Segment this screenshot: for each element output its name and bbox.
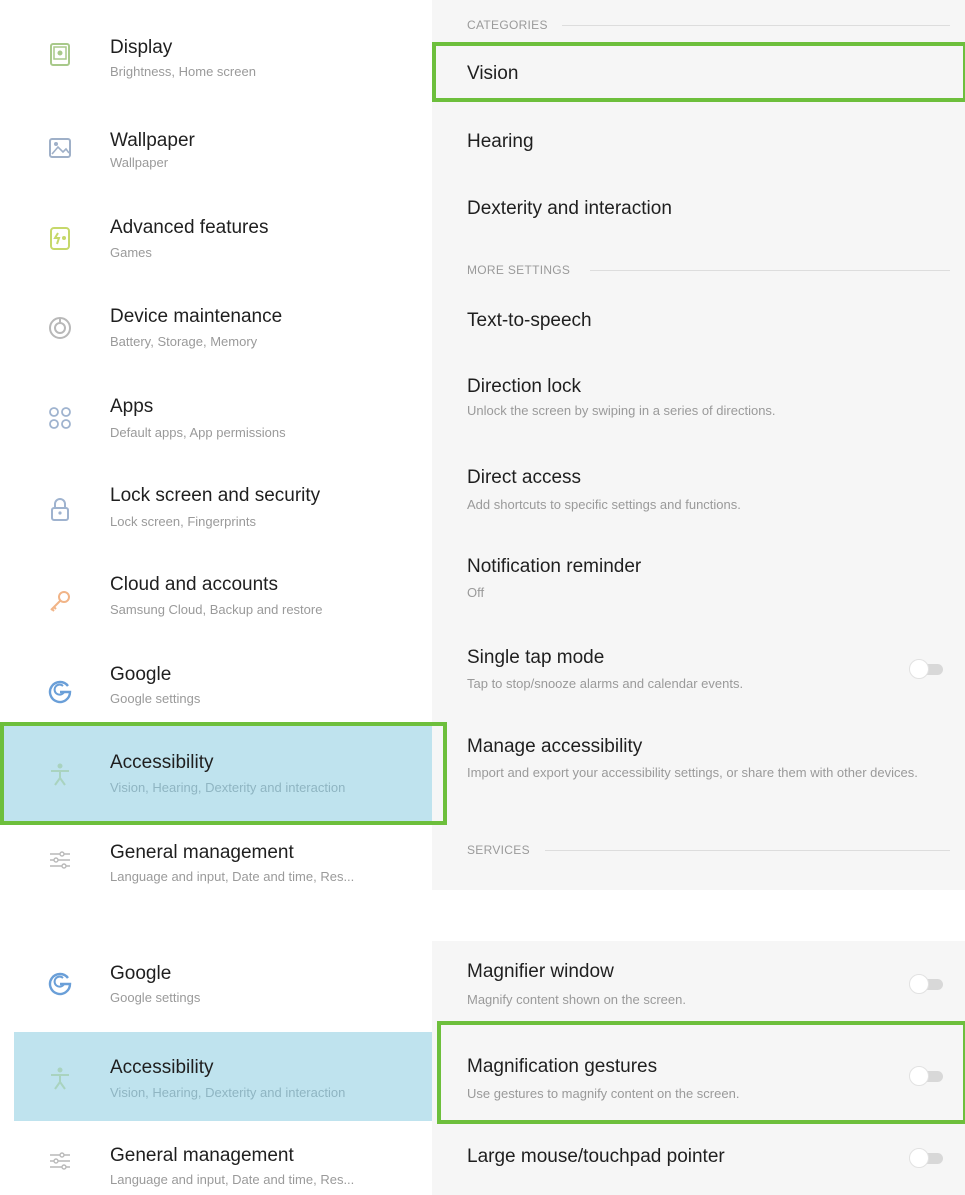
setting-title: Notification reminder [467, 556, 642, 577]
settings-sidebar: Display Brightness, Home screen Wallpape… [0, 0, 445, 890]
setting-subtitle: Off [467, 585, 485, 600]
setting-large-pointer[interactable]: Large mouse/touchpad pointer [432, 1125, 965, 1195]
sidebar-item-cloud-accounts[interactable]: Cloud and accounts Samsung Cloud, Backup… [0, 540, 445, 630]
key-icon [46, 587, 74, 615]
section-header-categories: CATEGORIES [467, 18, 548, 32]
sidebar-item-subtitle: Battery, Storage, Memory [110, 334, 258, 349]
sidebar-item-google[interactable]: Google Google settings [0, 941, 445, 1022]
sidebar-item-lock-screen[interactable]: Lock screen and security Lock screen, Fi… [0, 450, 445, 540]
settings-sidebar: Google Google settings Accessibility Vis… [0, 941, 445, 1195]
device-maintenance-icon [46, 314, 74, 342]
setting-manage-accessibility[interactable]: Manage accessibility Import and export y… [432, 724, 965, 820]
divider [590, 270, 950, 271]
sidebar-item-title: Accessibility [110, 752, 214, 773]
sidebar-item-subtitle: Lock screen, Fingerprints [110, 514, 256, 529]
sidebar-item-title: Apps [110, 396, 154, 417]
accessibility-icon [46, 1064, 74, 1092]
setting-title: Direct access [467, 467, 582, 488]
apps-grid-icon [46, 404, 74, 432]
setting-title: Manage accessibility [467, 736, 643, 757]
sliders-icon [46, 1147, 74, 1175]
setting-direct-access[interactable]: Direct access Add shortcuts to specific … [432, 454, 965, 538]
settings-panel-top: Display Brightness, Home screen Wallpape… [0, 0, 965, 890]
sidebar-item-accessibility[interactable]: Accessibility Vision, Hearing, Dexterity… [14, 1032, 445, 1121]
sidebar-item-title: General management [110, 1145, 294, 1166]
sliders-icon [46, 846, 74, 874]
setting-subtitle: Use gestures to magnify content on the s… [467, 1086, 740, 1101]
sidebar-item-title: Google [110, 664, 172, 685]
sidebar-item-subtitle: Default apps, App permissions [110, 425, 286, 440]
category-vision[interactable]: Vision [432, 42, 965, 104]
setting-title: Text-to-speech [467, 310, 592, 331]
sidebar-item-title: Device maintenance [110, 306, 283, 327]
sidebar-item-subtitle: Vision, Hearing, Dexterity and interacti… [110, 1085, 346, 1100]
setting-title: Direction lock [467, 376, 582, 397]
sidebar-item-title: Wallpaper [110, 130, 195, 151]
sidebar-item-subtitle: Language and input, Date and time, Res..… [110, 869, 355, 884]
sidebar-item-subtitle: Samsung Cloud, Backup and restore [110, 602, 323, 617]
category-title: Hearing [467, 131, 534, 152]
sidebar-item-subtitle: Vision, Hearing, Dexterity and interacti… [110, 780, 346, 795]
sidebar-item-title: Google [110, 963, 172, 984]
category-title: Vision [467, 63, 519, 84]
divider [562, 25, 950, 26]
setting-subtitle: Add shortcuts to specific settings and f… [467, 497, 741, 512]
sidebar-item-subtitle: Wallpaper [110, 155, 169, 170]
setting-subtitle: Unlock the screen by swiping in a series… [467, 403, 776, 418]
sidebar-item-advanced-features[interactable]: Advanced features Games [0, 180, 445, 270]
setting-magnification-gestures[interactable]: Magnification gestures Use gestures to m… [432, 1032, 965, 1121]
setting-direction-lock[interactable]: Direction lock Unlock the screen by swip… [432, 364, 965, 448]
setting-notification-reminder[interactable]: Notification reminder Off [432, 544, 965, 628]
setting-title: Large mouse/touchpad pointer [467, 1146, 725, 1167]
section-header-services: SERVICES [467, 843, 530, 857]
divider [545, 850, 950, 851]
lock-icon [46, 496, 74, 524]
category-dexterity[interactable]: Dexterity and interaction [432, 178, 965, 240]
setting-subtitle: Import and export your accessibility set… [467, 765, 918, 780]
google-g-icon [46, 968, 74, 996]
sidebar-item-title: Accessibility [110, 1057, 214, 1078]
sidebar-item-subtitle: Games [110, 245, 152, 260]
sidebar-item-google[interactable]: Google Google settings [0, 630, 445, 720]
google-g-icon [46, 676, 74, 704]
settings-panel-bottom: Google Google settings Accessibility Vis… [0, 941, 965, 1195]
setting-title: Magnifier window [467, 961, 614, 982]
sidebar-item-apps[interactable]: Apps Default apps, App permissions [0, 360, 445, 450]
sidebar-item-title: Display [110, 37, 173, 58]
sidebar-item-device-maintenance[interactable]: Device maintenance Battery, Storage, Mem… [0, 270, 445, 360]
setting-subtitle: Magnify content shown on the screen. [467, 992, 686, 1007]
setting-single-tap-mode[interactable]: Single tap mode Tap to stop/snooze alarm… [432, 634, 965, 718]
section-header-more-settings: MORE SETTINGS [467, 263, 571, 277]
display-icon [46, 40, 74, 68]
single-tap-mode-toggle[interactable] [905, 659, 945, 679]
sidebar-item-wallpaper[interactable]: Wallpaper Wallpaper [0, 90, 445, 180]
sidebar-item-general-management[interactable]: General management Language and input, D… [0, 1125, 445, 1195]
category-hearing[interactable]: Hearing [432, 110, 965, 172]
sidebar-item-subtitle: Brightness, Home screen [110, 64, 256, 79]
sidebar-item-title: Advanced features [110, 217, 269, 238]
advanced-features-icon [46, 224, 74, 252]
setting-title: Single tap mode [467, 647, 605, 668]
wallpaper-icon [46, 134, 74, 162]
setting-magnifier-window[interactable]: Magnifier window Magnify content shown o… [432, 941, 965, 1026]
sidebar-item-subtitle: Language and input, Date and time, Res..… [110, 1172, 355, 1187]
category-title: Dexterity and interaction [467, 198, 672, 219]
sidebar-item-title: Cloud and accounts [110, 574, 278, 595]
large-pointer-toggle[interactable] [905, 1148, 945, 1168]
sidebar-item-subtitle: Google settings [110, 691, 201, 706]
sidebar-item-subtitle: Google settings [110, 990, 201, 1005]
sidebar-item-general-management[interactable]: General management Language and input, D… [0, 822, 445, 890]
sidebar-item-display[interactable]: Display Brightness, Home screen [0, 0, 445, 90]
setting-text-to-speech[interactable]: Text-to-speech [432, 290, 965, 354]
sidebar-item-title: General management [110, 842, 294, 863]
sidebar-item-accessibility[interactable]: Accessibility Vision, Hearing, Dexterity… [0, 724, 445, 822]
sidebar-item-title: Lock screen and security [110, 485, 321, 506]
setting-title: Magnification gestures [467, 1056, 658, 1077]
magnification-gestures-toggle[interactable] [905, 1066, 945, 1086]
magnifier-window-toggle[interactable] [905, 974, 945, 994]
setting-subtitle: Tap to stop/snooze alarms and calendar e… [467, 676, 744, 691]
accessibility-icon [46, 760, 74, 788]
